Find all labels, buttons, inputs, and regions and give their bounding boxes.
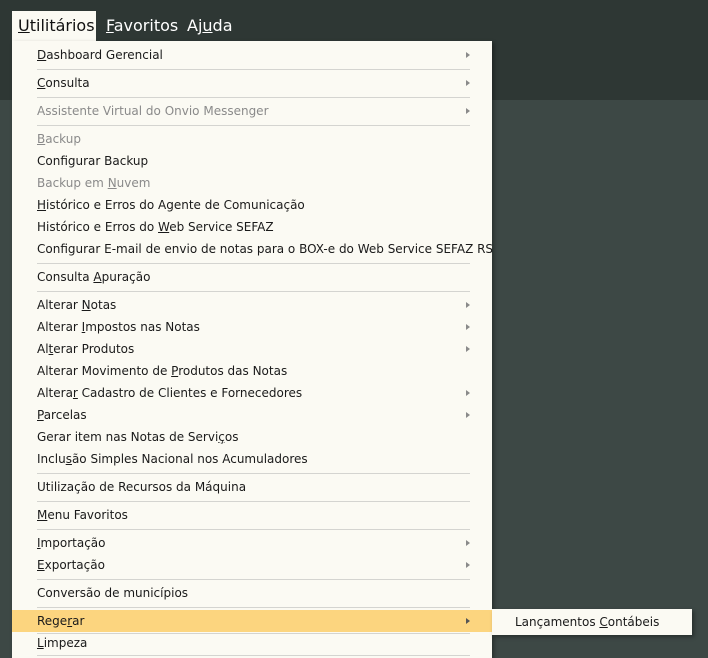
menu-item-dashboard-gerencial[interactable]: Dashboard Gerencial: [12, 44, 492, 66]
menu-item-backup[interactable]: Backup: [12, 128, 492, 150]
menu-item-assistente-virtual[interactable]: Assistente Virtual do Onvio Messenger: [12, 100, 492, 122]
separator: [37, 529, 470, 530]
separator: [37, 97, 470, 98]
submenu-arrow-icon: [466, 540, 470, 546]
separator: [37, 579, 470, 580]
submenu-arrow-icon: [466, 346, 470, 352]
menu-item-alterar-notas[interactable]: Alterar Notas: [12, 294, 492, 316]
menu-item-importacao[interactable]: Importação: [12, 532, 492, 554]
menu-item-inclusao-simples[interactable]: Inclusão Simples Nacional nos Acumulador…: [12, 448, 492, 470]
menu-ajuda[interactable]: Ajuda: [181, 11, 239, 41]
submenu-arrow-icon: [466, 412, 470, 418]
menu-item-consulta[interactable]: Consulta: [12, 72, 492, 94]
submenu-arrow-icon: [466, 302, 470, 308]
menu-item-alterar-produtos[interactable]: Alterar Produtos: [12, 338, 492, 360]
menu-item-limpeza[interactable]: Limpeza: [12, 632, 492, 654]
separator: [37, 263, 470, 264]
submenu-item-lancamentos-contabeis[interactable]: Lançamentos Contábeis: [492, 609, 692, 635]
menu-item-alterar-impostos[interactable]: Alterar Impostos nas Notas: [12, 316, 492, 338]
menu-item-alterar-cadastro[interactable]: Alterar Cadastro de Clientes e Fornecedo…: [12, 382, 492, 404]
submenu-arrow-icon: [466, 618, 470, 624]
menu-utilitarios[interactable]: Utilitários: [12, 11, 96, 41]
separator: [37, 655, 470, 656]
submenu-arrow-icon: [466, 52, 470, 58]
menu-item-configurar-backup[interactable]: Configurar Backup: [12, 150, 492, 172]
menu-item-utilizacao-recursos[interactable]: Utilização de Recursos da Máquina: [12, 476, 492, 498]
menu-item-regerar[interactable]: Regerar: [12, 610, 492, 632]
separator: [37, 501, 470, 502]
menu-item-exportacao[interactable]: Exportação: [12, 554, 492, 576]
menu-item-consulta-apuracao[interactable]: Consulta Apuração: [12, 266, 492, 288]
submenu-arrow-icon: [466, 324, 470, 330]
menu-item-gerar-item-servicos[interactable]: Gerar item nas Notas de Serviços: [12, 426, 492, 448]
regerar-submenu: Lançamentos Contábeis: [492, 609, 692, 635]
menu-item-conversao-municipios[interactable]: Conversão de municípios: [12, 582, 492, 604]
separator: [37, 125, 470, 126]
submenu-arrow-icon: [466, 108, 470, 114]
separator: [37, 607, 470, 608]
menu-item-parcelas[interactable]: Parcelas: [12, 404, 492, 426]
separator: [37, 291, 470, 292]
menu-item-historico-agente[interactable]: Histórico e Erros do Agente de Comunicaç…: [12, 194, 492, 216]
menu-favoritos[interactable]: Favoritos: [100, 11, 184, 41]
submenu-arrow-icon: [466, 390, 470, 396]
utilitarios-dropdown: Dashboard Gerencial Consulta Assistente …: [12, 41, 493, 658]
submenu-arrow-icon: [466, 562, 470, 568]
menu-item-alterar-movimento[interactable]: Alterar Movimento de Produtos das Notas: [12, 360, 492, 382]
menu-item-configurar-email[interactable]: Configurar E-mail de envio de notas para…: [12, 238, 493, 260]
separator: [37, 69, 470, 70]
menu-item-backup-nuvem[interactable]: Backup em Nuvem: [12, 172, 492, 194]
menu-item-menu-favoritos[interactable]: Menu Favoritos: [12, 504, 492, 526]
submenu-arrow-icon: [466, 80, 470, 86]
menu-item-historico-web-service[interactable]: Histórico e Erros do Web Service SEFAZ: [12, 216, 492, 238]
separator: [37, 473, 470, 474]
